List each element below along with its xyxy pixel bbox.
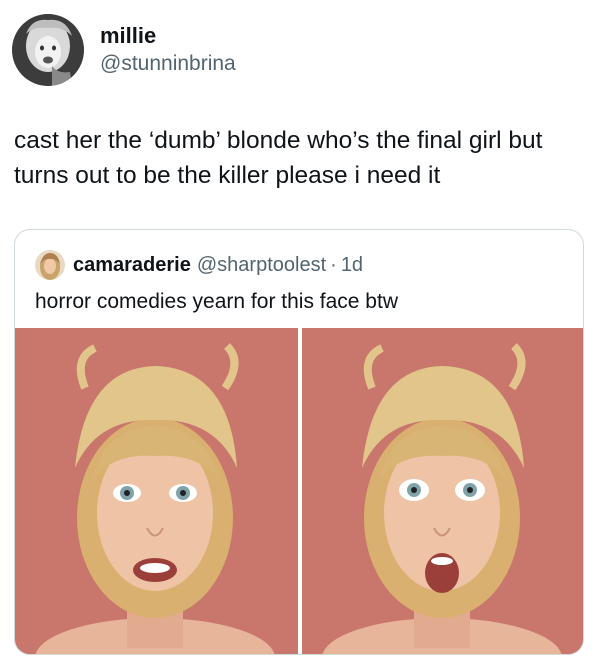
author-names: millie @stunninbrina	[100, 22, 236, 78]
face-photo-icon	[15, 328, 298, 654]
profile-photo-icon	[35, 250, 65, 280]
separator-dot: ·	[330, 254, 337, 276]
quoted-author-handle[interactable]: @sharptoolest	[197, 252, 326, 278]
quoted-author-display-name[interactable]: camaraderie	[73, 252, 191, 278]
profile-photo-icon	[12, 14, 84, 86]
photo-right[interactable]	[302, 328, 583, 654]
tweet-text: cast her the ‘dumb’ blonde who’s the fin…	[14, 127, 543, 189]
tweet-screenshot: millie @stunninbrina cast her the ‘dumb’…	[0, 0, 599, 669]
quoted-tweet-header: camaraderie @sharptoolest · 1d	[35, 250, 363, 280]
quoted-tweet-time[interactable]: 1d	[341, 252, 363, 278]
author-handle[interactable]: @stunninbrina	[100, 50, 236, 78]
quoted-tweet-text: horror comedies yearn for this face btw	[35, 290, 398, 313]
photo-left[interactable]	[15, 328, 298, 654]
quoted-tweet-card[interactable]: camaraderie @sharptoolest · 1d horror co…	[14, 229, 584, 655]
face-photo-icon	[302, 328, 583, 654]
author-avatar[interactable]	[12, 14, 84, 86]
quoted-tweet-media	[15, 328, 583, 654]
author-display-name[interactable]: millie	[100, 22, 236, 50]
tweet-header: millie @stunninbrina	[12, 14, 236, 86]
quoted-author-avatar[interactable]	[35, 250, 65, 280]
